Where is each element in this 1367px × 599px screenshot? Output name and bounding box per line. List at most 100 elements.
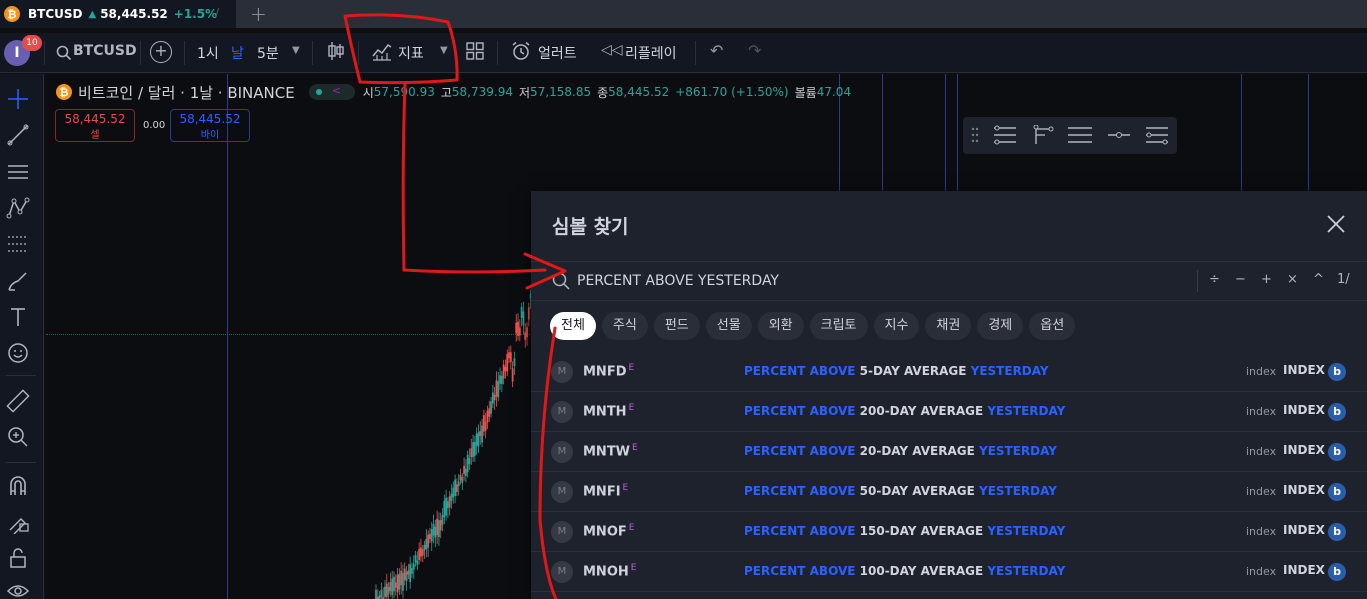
candle-body [443,500,446,518]
indicators-button[interactable]: 지표 [398,43,424,63]
symbol-title[interactable]: 비트코인 / 달러 · 1날 · BINANCE [78,82,295,103]
alarm-clock-icon[interactable] [511,41,531,61]
ruler-icon[interactable] [6,389,30,413]
horizontal-ray-icon[interactable] [1107,125,1131,145]
lock-icon[interactable] [6,546,30,570]
tab-close-icon[interactable]: / [215,6,219,20]
trend-line-icon[interactable] [6,123,30,147]
candle-body [491,392,494,404]
candle-body [468,458,471,465]
candlestick-icon[interactable] [327,41,345,61]
candle-body [527,307,530,320]
close-icon[interactable] [1327,215,1345,233]
result-description: PERCENT ABOVE 200-DAY AVERAGE YESTERDAY [744,404,1066,418]
forecast-icon[interactable] [6,232,30,256]
fib-retracement-icon[interactable] [993,125,1017,145]
plus-operator-button[interactable]: + [1261,272,1272,287]
filter-stocks[interactable]: 주식 [601,312,648,340]
tab-symbol: BTCUSD [28,7,83,21]
emoji-icon[interactable] [6,341,30,365]
search-icon[interactable] [56,45,72,61]
symbol-search-button[interactable]: BTCUSD [73,43,137,59]
filter-economy[interactable]: 경제 [977,312,1024,340]
candle-body [459,474,462,481]
result-row[interactable]: M MNFD E PERCENT ABOVE 5-DAY AVERAGE YESTER… [531,352,1367,392]
drag-handle-icon[interactable] [971,125,979,145]
filter-all[interactable]: 전체 [550,312,596,340]
candle-body [429,533,431,540]
sell-button[interactable]: 58,445.52 셀 [55,109,135,142]
new-tab-button[interactable]: + [250,2,267,26]
result-exchange: INDEX [1283,523,1325,537]
category-filters: 전체 주식 펀드 선물 외환 크립토 지수 채권 경제 옵션 [550,312,1076,340]
filter-crypto[interactable]: 크립토 [809,312,868,340]
candle-body [421,549,424,556]
toolbar-divider [312,41,313,65]
symbol-search-input[interactable] [577,271,1177,291]
indicators-icon[interactable] [372,41,392,61]
filter-forex[interactable]: 외환 [757,312,804,340]
pitchfork-icon[interactable] [1031,125,1055,145]
chevron-down-icon[interactable]: ▼ [440,45,448,56]
candle-body [455,484,458,492]
reciprocal-operator-button[interactable]: 1/ [1337,272,1350,287]
result-exchange: INDEX [1283,363,1325,377]
filter-bonds[interactable]: 채권 [925,312,972,340]
minus-operator-button[interactable]: − [1235,272,1246,287]
replay-button[interactable]: 리플레이 [625,43,677,63]
layout-grid-icon[interactable] [466,42,484,60]
filter-funds[interactable]: 펀드 [653,312,700,340]
candle-body [513,358,516,367]
filter-index[interactable]: 지수 [873,312,920,340]
interval-5m-button[interactable]: 5분 [257,43,279,63]
result-row[interactable]: M MNOF E PERCENT ABOVE 150-DAY AVERAGE YEST… [531,512,1367,552]
result-row[interactable]: M MNTW E PERCENT ABOVE 20-DAY AVERAGE YESTE… [531,432,1367,472]
rewind-icon[interactable]: ◁◁ [601,42,623,58]
candle-body [490,401,492,414]
candle-body [438,520,440,538]
brush-icon[interactable] [6,269,30,293]
filter-options[interactable]: 옵션 [1029,312,1076,340]
crosshair-icon[interactable] [6,87,30,111]
text-icon[interactable] [6,305,30,329]
settings-lines-icon[interactable] [1145,125,1169,145]
chart-legend: ₿ 비트코인 / 달러 · 1날 · BINANCE < 시 57,590.93 … [56,82,851,102]
tab-change: +1.5% [173,7,218,21]
result-row[interactable]: M MNOH E PERCENT ABOVE 100-DAY AVERAGE YEST… [531,552,1367,592]
browser-tab-bar: ₿ BTCUSD ▲ 58,445.52 +1.5% / + [0,0,1367,28]
fib-lines-icon[interactable] [6,160,30,184]
zoom-in-icon[interactable] [6,425,30,449]
magnet-icon[interactable] [6,474,30,498]
result-row[interactable]: M MNTH E PERCENT ABOVE 200-DAY AVERAGE YEST… [531,392,1367,432]
result-symbol: MNTH E [583,403,635,420]
pattern-icon[interactable] [6,196,30,220]
candle-body [414,555,417,563]
chevron-down-icon[interactable]: ▼ [292,45,300,56]
candle-body [454,479,457,497]
buy-button[interactable]: 58,445.52 바이 [170,109,250,142]
candle-body [425,538,428,550]
redo-icon: ↷ [748,41,762,60]
compare-add-button[interactable]: + [150,41,172,63]
chart-tab[interactable]: ₿ BTCUSD ▲ 58,445.52 +1.5% / [0,0,236,28]
divide-operator-button[interactable]: ÷ [1209,272,1220,287]
parallel-channel-icon[interactable] [1067,125,1093,145]
tool-divider [6,462,36,463]
interval-1h-button[interactable]: 1시 [197,43,219,63]
candle-body [457,481,460,487]
power-operator-button[interactable]: ^ [1313,272,1324,287]
candle-body [407,570,410,575]
eye-icon[interactable] [6,579,30,599]
filter-futures[interactable]: 선물 [705,312,752,340]
result-row[interactable]: M MNFI E PERCENT ABOVE 50-DAY AVERAGE YESTE… [531,472,1367,512]
lock-drawings-icon[interactable] [6,510,30,535]
result-type: index [1246,445,1277,458]
interval-day-button[interactable]: 날 [231,43,244,63]
alert-button[interactable]: 얼러트 [538,43,577,63]
market-status-badge[interactable]: < [308,84,355,100]
undo-icon[interactable]: ↶ [710,41,723,60]
symbol-logo: M [551,481,573,503]
multiply-operator-button[interactable]: × [1287,272,1298,287]
candle-body [481,425,483,443]
toolbar-divider [184,41,185,65]
